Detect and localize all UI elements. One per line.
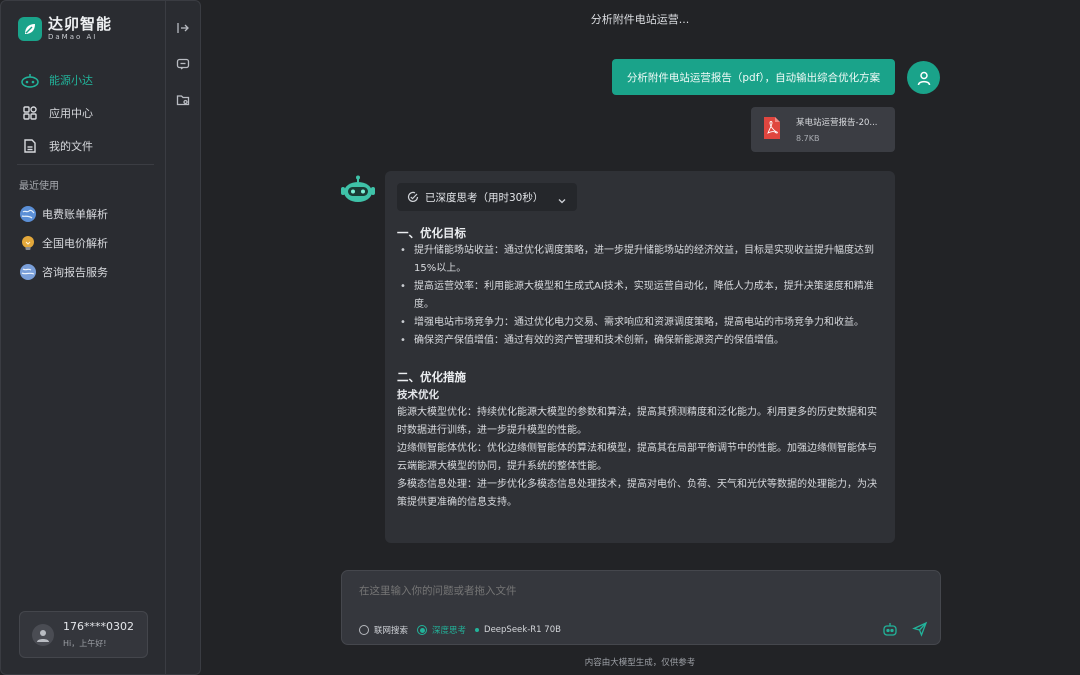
recent-label: 电费账单解析	[42, 207, 108, 221]
section-title: 二、优化措施	[397, 370, 466, 384]
composer: 联网搜索 深度思考 DeepSeek-R1 70B	[341, 570, 941, 645]
option-label: 深度思考	[432, 626, 467, 636]
section-title: 一、优化目标	[397, 226, 466, 240]
attachment-card[interactable]: 某电站运营报告-20... 8.7KB	[751, 107, 895, 152]
bot-upload-icon[interactable]	[881, 620, 899, 638]
disclaimer: 内容由大模型生成，仅供参考	[584, 658, 696, 668]
folder-settings-icon[interactable]	[175, 92, 191, 108]
list-item: 确保资产保值增值：通过有效的资产管理和技术创新，确保新能源资产的保值增值。	[397, 332, 885, 350]
sidebar-divider	[17, 164, 154, 165]
thinking-label: 已深度思考（用时30秒）	[425, 191, 544, 204]
assistant-answer: 已深度思考（用时30秒） 一、优化目标 提升储能场站收益：通过优化调度策略，进一…	[385, 171, 895, 543]
status-dot	[475, 628, 480, 632]
check-circle-icon	[407, 188, 419, 207]
pdf-icon	[762, 116, 782, 144]
answer-content: 一、优化目标 提升储能场站收益：通过优化调度策略，进一步提升储能场站的经济效益，…	[397, 224, 885, 512]
icon-rail	[166, 0, 201, 675]
section-subtitle: 技术优化	[397, 389, 439, 401]
recent-list: 电费账单解析 全国电价解析 咨询报告服务	[19, 199, 108, 286]
chat-icon[interactable]	[175, 56, 191, 72]
nav-item-my-files[interactable]: 我的文件	[19, 129, 159, 162]
bot-avatar-icon	[340, 175, 376, 205]
file-icon	[19, 137, 41, 155]
paragraph: 能源大模型优化：持续优化能源大模型的参数和算法，提高其预测精度和泛化能力。利用更…	[397, 407, 877, 436]
deep-thinking-toggle[interactable]: 已深度思考（用时30秒）	[397, 183, 577, 211]
bulb-icon	[19, 234, 37, 252]
list-item: 提高运营效率：利用能源大模型和生成式AI技术，实现运营自动化，降低人力成本，提升…	[397, 278, 885, 314]
avatar	[32, 623, 54, 646]
web-search-option[interactable]: 联网搜索	[359, 624, 408, 636]
logo-leaf-icon	[18, 17, 42, 41]
model-name: DeepSeek-R1 70B	[484, 625, 561, 635]
paragraph: 多模态信息处理：进一步优化多模态信息处理技术，提高对电价、负荷、天气和光伏等数据…	[397, 479, 877, 508]
recent-label: 全国电价解析	[42, 236, 108, 250]
recent-item-consulting-report[interactable]: 咨询报告服务	[19, 257, 108, 286]
recent-item-bill-analysis[interactable]: 电费账单解析	[19, 199, 108, 228]
composer-options: 联网搜索 深度思考 DeepSeek-R1 70B	[359, 624, 561, 636]
user-message: 分析附件电站运营报告（pdf），自动输出综合优化方案	[612, 59, 895, 95]
list-item: 增强电站市场竞争力：通过优化电力交易、需求响应和资源调度策略，提高电站的市场竞争…	[397, 314, 885, 332]
nav-label: 我的文件	[49, 139, 93, 153]
brand-logo[interactable]: 达卯智能 DaMao AI	[18, 17, 112, 41]
user-phone: 176****0302	[63, 620, 134, 633]
collapse-icon[interactable]	[175, 20, 191, 36]
radio-on	[417, 625, 428, 635]
list-item: 提升储能场站收益：通过优化调度策略，进一步提升储能场站的经济效益，目标是实现收益…	[397, 242, 885, 278]
option-label: 联网搜索	[374, 626, 409, 636]
globe-icon	[19, 263, 37, 281]
recent-label: 咨询报告服务	[42, 265, 108, 279]
recent-item-price-analysis[interactable]: 全国电价解析	[19, 228, 108, 257]
send-icon[interactable]	[911, 620, 929, 638]
model-selector[interactable]: DeepSeek-R1 70B	[475, 625, 561, 635]
message-input[interactable]	[359, 585, 919, 597]
goal-list: 提升储能场站收益：通过优化调度策略，进一步提升储能场站的经济效益，目标是实现收益…	[397, 242, 885, 350]
apps-icon	[19, 104, 41, 122]
main-nav: 能源小达 应用中心 我的文件	[19, 63, 159, 162]
user-greeting: Hi，上午好!	[63, 639, 107, 648]
robot-icon	[19, 71, 41, 89]
radio-off	[359, 625, 369, 635]
globe-icon	[19, 205, 37, 223]
nav-item-energy-assistant[interactable]: 能源小达	[19, 63, 159, 96]
attachment-size: 8.7KB	[796, 134, 820, 143]
nav-item-app-center[interactable]: 应用中心	[19, 96, 159, 129]
brand-name-en: DaMao AI	[48, 33, 98, 41]
user-avatar	[907, 61, 940, 94]
sidebar: 达卯智能 DaMao AI 能源小达 应用中心 我的文件 最近使用 电费账单解析…	[0, 0, 166, 675]
nav-label: 应用中心	[49, 106, 93, 120]
nav-label: 能源小达	[49, 73, 93, 87]
chevron-down-icon	[557, 191, 567, 210]
deep-think-option[interactable]: 深度思考	[417, 624, 466, 636]
attachment-name: 某电站运营报告-20...	[796, 118, 878, 128]
conversation-title: 分析附件电站运营...	[590, 13, 690, 26]
user-card[interactable]: 176****0302 Hi，上午好!	[19, 611, 148, 658]
paragraph: 边缘侧智能体优化：优化边缘侧智能体的算法和模型，提高其在局部平衡调节中的性能。加…	[397, 443, 877, 472]
recent-title: 最近使用	[19, 181, 59, 192]
brand-name-cn: 达卯智能	[48, 15, 113, 33]
